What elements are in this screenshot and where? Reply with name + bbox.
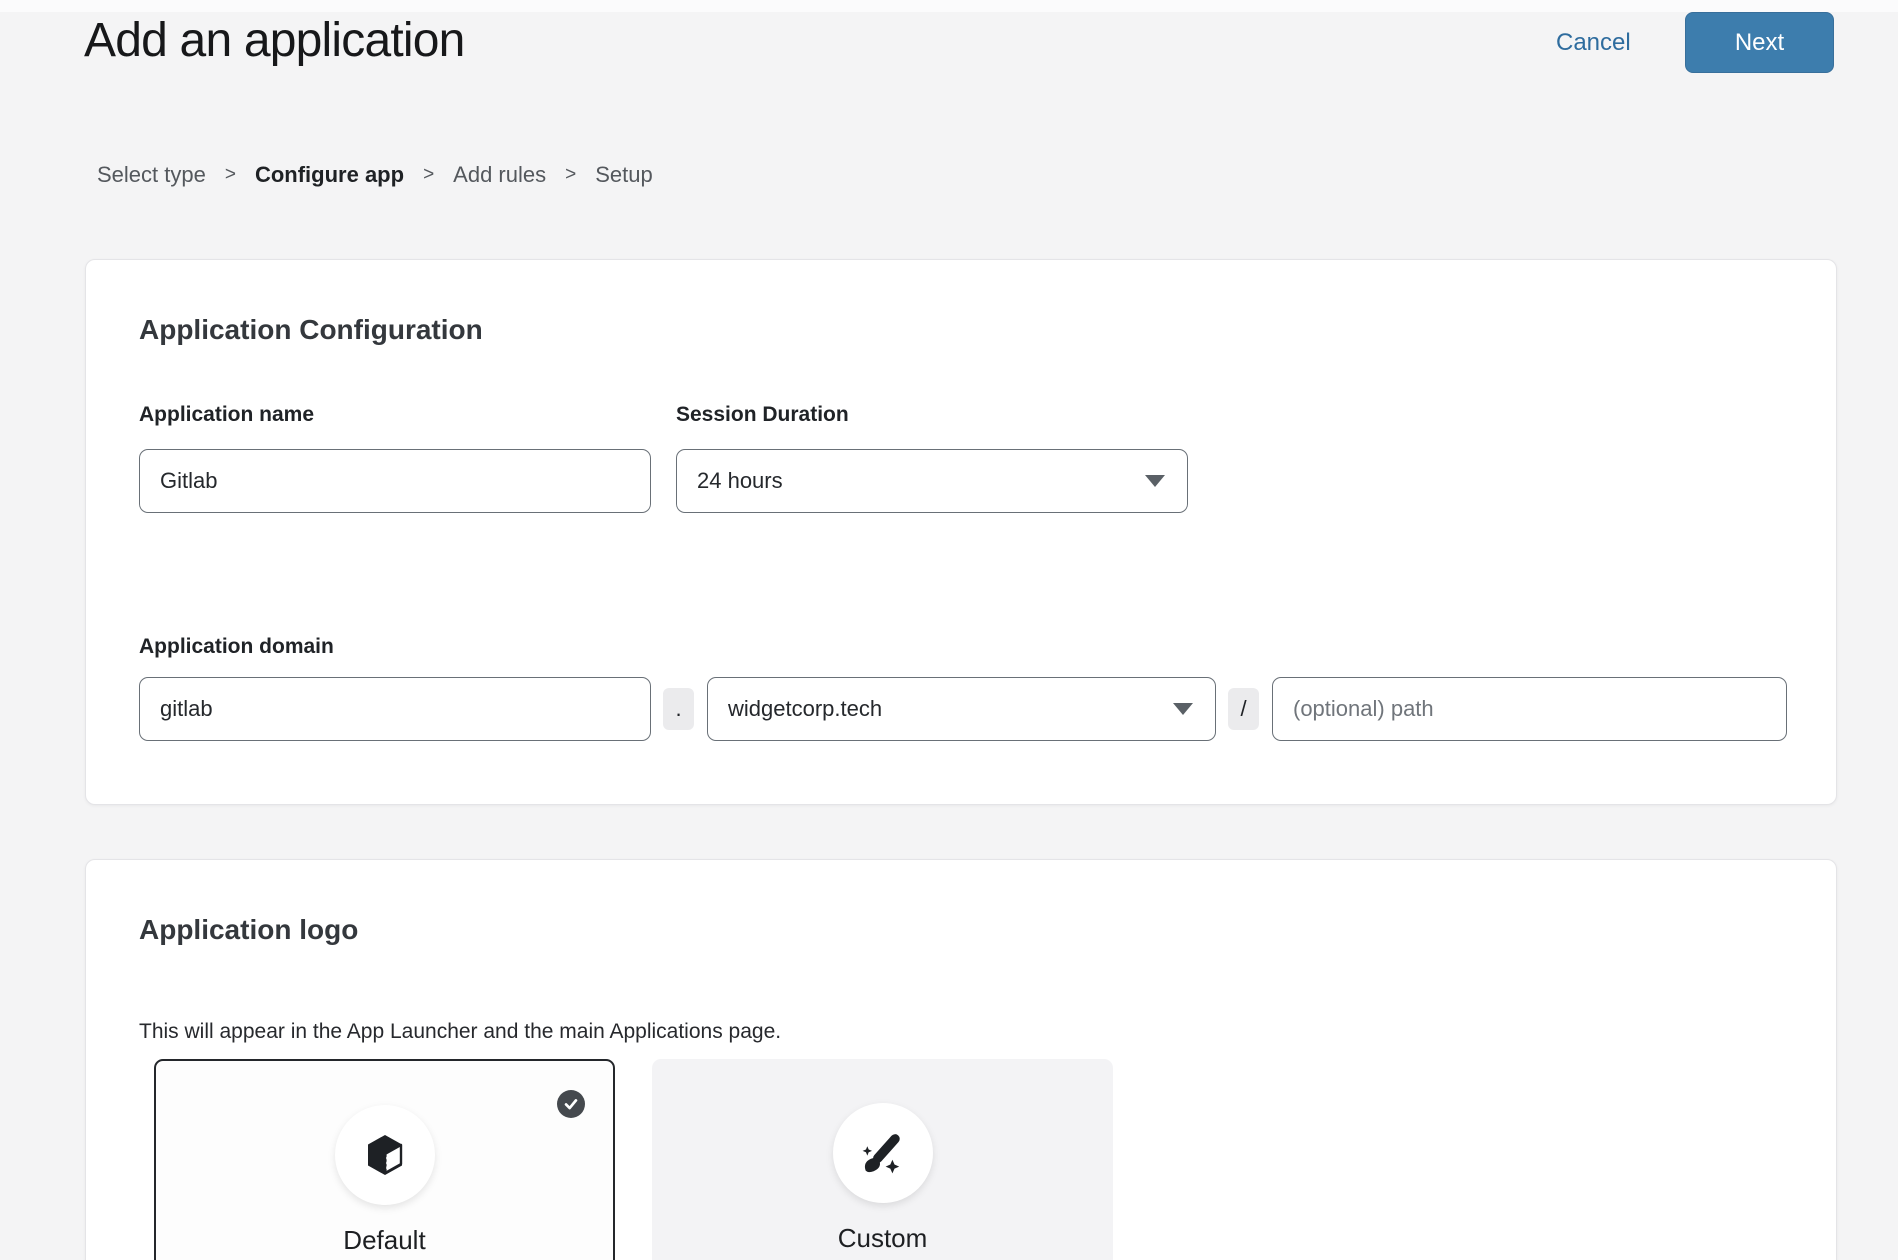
cube-icon [365, 1133, 405, 1177]
domain-select-value: widgetcorp.tech [728, 696, 882, 722]
slash-separator: / [1228, 688, 1259, 730]
chevron-down-icon [1173, 703, 1193, 715]
application-configuration-card: Application Configuration Application na… [85, 259, 1837, 805]
session-duration-label: Session Duration [676, 402, 849, 427]
breadcrumb-setup[interactable]: Setup [595, 162, 653, 188]
breadcrumb-separator: > [423, 164, 434, 186]
default-logo-circle [335, 1105, 435, 1205]
next-button[interactable]: Next [1685, 12, 1834, 73]
breadcrumb-select-type[interactable]: Select type [97, 162, 206, 188]
custom-logo-circle [833, 1103, 933, 1203]
breadcrumb-add-rules[interactable]: Add rules [453, 162, 546, 188]
application-name-label: Application name [139, 402, 314, 427]
path-input[interactable] [1272, 677, 1787, 741]
check-icon [562, 1095, 580, 1113]
page-title: Add an application [84, 12, 465, 70]
top-strip [0, 0, 1898, 12]
breadcrumb-separator: > [565, 164, 576, 186]
breadcrumb-configure-app[interactable]: Configure app [255, 162, 404, 188]
cancel-button[interactable]: Cancel [1556, 29, 1631, 58]
breadcrumb-separator: > [225, 164, 236, 186]
config-card-heading: Application Configuration [139, 313, 483, 347]
application-domain-label: Application domain [139, 634, 334, 659]
application-name-input[interactable] [139, 449, 651, 513]
logo-option-custom[interactable]: Custom [652, 1059, 1113, 1260]
subdomain-input[interactable] [139, 677, 651, 741]
add-application-page: { "header": { "title": "Add an applicati… [0, 0, 1898, 1260]
paintbrush-icon [860, 1130, 906, 1176]
logo-option-label: Custom [652, 1223, 1113, 1254]
logo-option-default[interactable]: Default [154, 1059, 615, 1260]
application-logo-card: Application logo This will appear in the… [85, 859, 1837, 1260]
session-duration-select[interactable]: 24 hours [676, 449, 1188, 513]
chevron-down-icon [1145, 475, 1165, 487]
domain-select[interactable]: widgetcorp.tech [707, 677, 1216, 741]
logo-card-heading: Application logo [139, 913, 358, 947]
selected-check-badge [557, 1090, 585, 1118]
dot-separator: . [663, 688, 694, 730]
session-duration-value: 24 hours [697, 468, 783, 494]
logo-card-description: This will appear in the App Launcher and… [139, 1018, 781, 1045]
logo-option-label: Default [156, 1225, 613, 1256]
breadcrumb: Select type > Configure app > Add rules … [97, 162, 653, 188]
